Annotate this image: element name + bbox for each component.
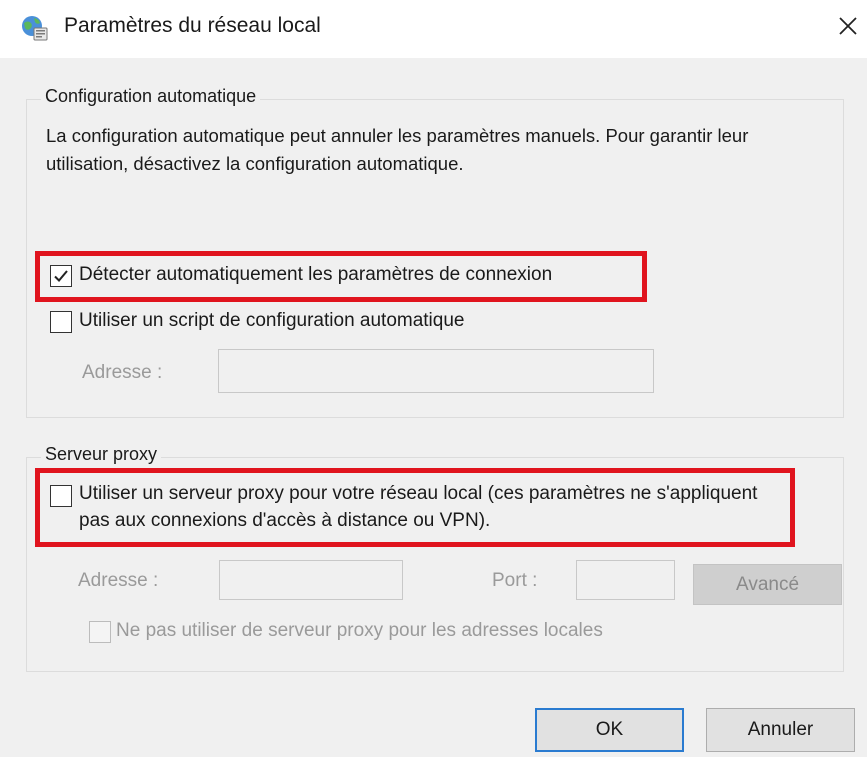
proxy-server-legend: Serveur proxy	[41, 444, 162, 465]
auto-config-legend: Configuration automatique	[41, 86, 261, 107]
detect-settings-label[interactable]: Détecter automatiquement les paramètres …	[79, 264, 552, 286]
use-proxy-label[interactable]: Utiliser un serveur proxy pour votre rés…	[79, 480, 774, 534]
close-icon[interactable]	[834, 12, 862, 40]
title-bar: Paramètres du réseau local	[0, 0, 867, 58]
script-address-input[interactable]	[218, 349, 654, 393]
proxy-address-input[interactable]	[219, 560, 403, 600]
checkmark-icon	[54, 270, 68, 282]
auto-config-script-checkbox[interactable]	[50, 311, 72, 333]
proxy-address-label: Adresse :	[78, 570, 159, 591]
bypass-local-checkbox[interactable]	[89, 621, 111, 643]
proxy-port-input[interactable]	[576, 560, 675, 600]
ok-button[interactable]: OK	[535, 708, 684, 752]
network-globe-icon	[22, 16, 48, 41]
detect-settings-checkbox[interactable]	[50, 265, 72, 287]
window-title: Paramètres du réseau local	[64, 14, 321, 37]
use-proxy-checkbox[interactable]	[50, 485, 72, 507]
advanced-button[interactable]: Avancé	[693, 564, 842, 605]
auto-config-script-label[interactable]: Utiliser un script de configuration auto…	[79, 310, 464, 332]
cancel-button[interactable]: Annuler	[706, 708, 855, 752]
script-address-label: Adresse :	[82, 362, 163, 383]
bypass-local-label[interactable]: Ne pas utiliser de serveur proxy pour le…	[116, 620, 603, 642]
auto-config-description: La configuration automatique peut annule…	[46, 125, 749, 174]
proxy-port-label: Port :	[492, 570, 538, 591]
